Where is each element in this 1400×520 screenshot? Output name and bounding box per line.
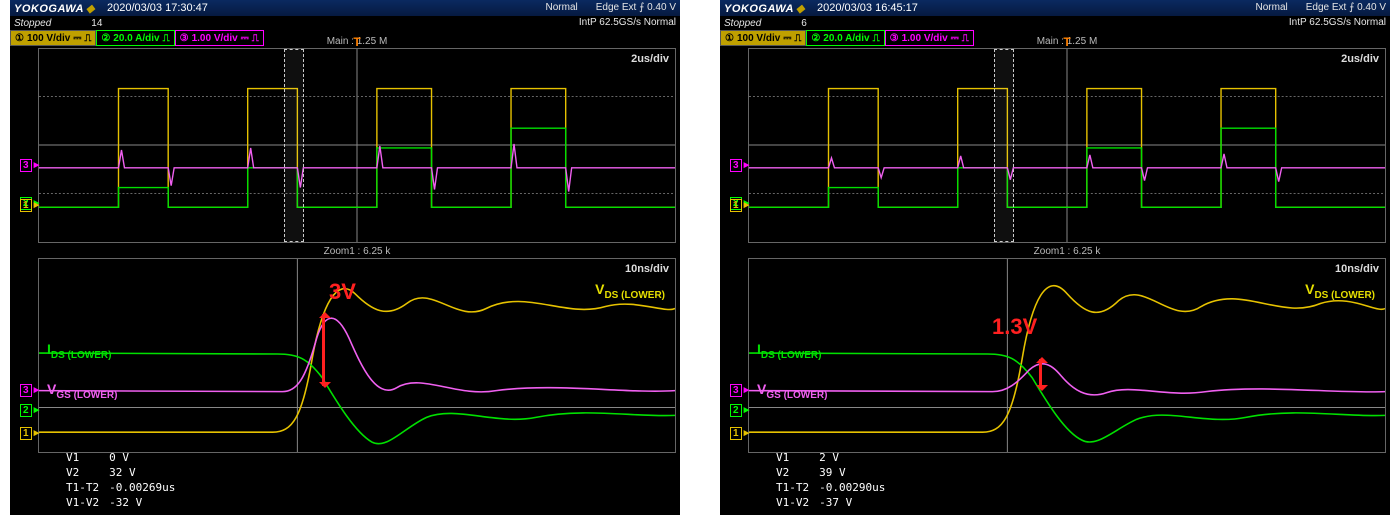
trigger-marker: T <box>353 35 360 49</box>
bw-icon: ⎍ <box>962 33 969 44</box>
ch2-box: ② 20.0 A/div⎍ <box>806 30 884 46</box>
run-state: Stopped <box>724 18 761 29</box>
bw-icon: ⎍ <box>873 33 880 44</box>
ch2-gnd-zoom: 2► <box>730 405 751 416</box>
bw-icon: ⎍ <box>84 33 91 44</box>
zoom-plot-svg <box>749 259 1385 452</box>
main-plot-svg <box>39 49 675 242</box>
acq-mode: Normal <box>546 2 578 14</box>
main-plot: Main : 1.25 M 2us/div T <box>748 48 1386 243</box>
ch3-gnd-marker: 3► <box>20 160 41 171</box>
sample-info: IntP 62.5GS/s Normal <box>579 17 676 29</box>
trigger-setting: Edge Ext ⨍ 0.40 V <box>596 2 676 14</box>
zoom-plot-svg <box>39 259 675 452</box>
ch2-gnd-zoom: 2► <box>20 405 41 416</box>
timebase-label: 2us/div <box>631 53 669 65</box>
brand-logo: YOKOGAWA◆ <box>724 2 805 15</box>
ch3-gnd-zoom: 3► <box>730 385 751 396</box>
title-bar: YOKOGAWA◆ 2020/03/03 17:30:47 Normal Edg… <box>10 0 680 16</box>
main-plot-svg <box>749 49 1385 242</box>
zoom-label: Zoom1 : 6.25 k <box>1034 246 1101 257</box>
annotation-arrow <box>322 314 325 386</box>
timebase-label: 2us/div <box>1341 53 1379 65</box>
timestamp: 2020/03/03 17:30:47 <box>107 2 208 14</box>
timestamp: 2020/03/03 16:45:17 <box>817 2 918 14</box>
sub-bar: Stopped 6 IntP 62.5GS/s Normal <box>720 16 1390 30</box>
sample-info: IntP 62.5GS/s Normal <box>1289 17 1386 29</box>
ch1-gnd-zoom: 1► <box>730 428 751 439</box>
annotation-arrow <box>1039 359 1042 389</box>
coupling-icon: ⎓ <box>951 33 959 44</box>
coupling-icon: ⎓ <box>73 33 81 44</box>
vds-label: VDS (LOWER) <box>1305 281 1375 301</box>
zoom-plot: Zoom1 : 6.25 k 10ns/div VDS (LOWER) IDS … <box>748 258 1386 453</box>
timebase-label: 10ns/div <box>1335 263 1379 275</box>
measurement-readout: V10 V V232 V T1-T2-0.00269us V1-V2-32 V <box>60 449 181 511</box>
bw-icon: ⎍ <box>794 33 801 44</box>
zoom-label: Zoom1 : 6.25 k <box>324 246 391 257</box>
brand-logo: YOKOGAWA◆ <box>14 2 95 15</box>
vgs-label: VGS (LOWER) <box>757 381 827 401</box>
ch1-box: ① 100 V/div⎓⎍ <box>720 30 806 46</box>
trigger-marker: T <box>1063 35 1070 49</box>
zoom-window <box>994 49 1014 242</box>
oscilloscope-left: YOKOGAWA◆ 2020/03/03 17:30:47 Normal Edg… <box>10 0 680 515</box>
ch1-box: ① 100 V/div⎓⎍ <box>10 30 96 46</box>
ch3-gnd-zoom: 3► <box>20 385 41 396</box>
vgs-label: VGS (LOWER) <box>47 381 117 401</box>
ch3-box: ③ 1.00 V/div⎓⎍ <box>175 30 264 46</box>
acq-mode: Normal <box>1256 2 1288 14</box>
ch3-box: ③ 1.00 V/div⎓⎍ <box>885 30 974 46</box>
trigger-setting: Edge Ext ⨍ 0.40 V <box>1306 2 1386 14</box>
coupling-icon: ⎓ <box>241 33 249 44</box>
ch1-gnd-marker: 1► <box>20 200 41 211</box>
ch1-gnd-zoom: 1► <box>20 428 41 439</box>
run-state: Stopped <box>14 18 51 29</box>
main-plot: Main : 1.25 M 2us/div T <box>38 48 676 243</box>
title-bar: YOKOGAWA◆ 2020/03/03 16:45:17 Normal Edg… <box>720 0 1390 16</box>
zoom-window <box>284 49 304 242</box>
ids-label: IDS (LOWER) <box>757 341 821 361</box>
ch1-gnd-marker: 1► <box>730 200 751 211</box>
ch3-gnd-marker: 3► <box>730 160 751 171</box>
coupling-icon: ⎓ <box>783 33 791 44</box>
bw-icon: ⎍ <box>163 33 170 44</box>
zoom-plot: Zoom1 : 6.25 k 10ns/div VDS (LOWER) IDS … <box>38 258 676 453</box>
measurement-readout: V12 V V239 V T1-T2-0.00290us V1-V2-37 V <box>770 449 891 511</box>
acq-count: 6 <box>801 18 807 29</box>
sub-bar: Stopped 14 IntP 62.5GS/s Normal <box>10 16 680 30</box>
timebase-label: 10ns/div <box>625 263 669 275</box>
ch2-box: ② 20.0 A/div⎍ <box>96 30 174 46</box>
oscilloscope-right: YOKOGAWA◆ 2020/03/03 16:45:17 Normal Edg… <box>720 0 1390 515</box>
bw-icon: ⎍ <box>252 33 259 44</box>
vds-label: VDS (LOWER) <box>595 281 665 301</box>
ids-label: IDS (LOWER) <box>47 341 111 361</box>
acq-count: 14 <box>91 18 102 29</box>
